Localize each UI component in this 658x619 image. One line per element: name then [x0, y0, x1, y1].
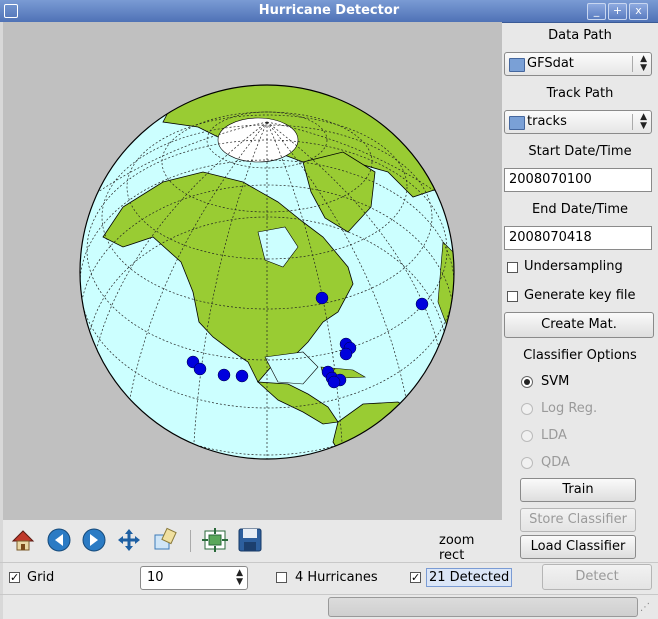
plot-toolbar: zoom rect [3, 520, 502, 563]
combo-divider [632, 114, 633, 130]
detection-marker [415, 297, 429, 311]
divider [0, 594, 658, 595]
track-path-combo[interactable]: tracks ▲ ▼ [504, 110, 652, 134]
svm-radio[interactable] [521, 376, 533, 388]
detection-marker [315, 291, 329, 305]
configure-subplots-icon[interactable] [201, 526, 229, 554]
grid-spacing-spinbox[interactable]: 10 ▲ ▼ [140, 566, 248, 590]
back-icon[interactable] [45, 526, 73, 554]
hurricanes-checkbox[interactable] [276, 572, 287, 583]
track-path-label: Track Path [546, 86, 614, 101]
bottom-bar: ✓ Grid 10 ▲ ▼ 4 Hurricanes ✓ 21 Detected … [0, 562, 658, 619]
minimize-button[interactable]: _ [587, 3, 606, 20]
grid-checkbox[interactable]: ✓ [9, 572, 20, 583]
data-path-label: Data Path [548, 28, 612, 43]
logreg-label: Log Reg. [541, 401, 598, 416]
zoom-icon[interactable] [152, 526, 180, 554]
detection-marker [193, 362, 207, 376]
train-button[interactable]: Train [520, 478, 636, 502]
toolbar-mode-text: zoom rect [439, 533, 475, 563]
qda-radio[interactable] [521, 457, 533, 469]
save-icon[interactable] [236, 526, 264, 554]
home-icon[interactable] [9, 526, 37, 554]
end-datetime-input[interactable]: 2008070418 [504, 226, 652, 250]
generate-keyfile-label: Generate key file [524, 288, 636, 303]
updown-arrows-icon[interactable]: ▲ ▼ [236, 569, 243, 587]
create-mat-button[interactable]: Create Mat. [504, 312, 654, 338]
detection-marker [339, 347, 353, 361]
detected-checkbox[interactable]: ✓ [410, 572, 421, 583]
qda-label: QDA [541, 455, 570, 470]
load-classifier-button[interactable]: Load Classifier [520, 535, 636, 559]
classifier-options-label: Classifier Options [523, 348, 637, 363]
undersampling-label: Undersampling [524, 259, 623, 274]
folder-icon [509, 58, 525, 72]
detect-button[interactable]: Detect [542, 564, 652, 590]
data-path-value: GFSdat [527, 56, 574, 71]
map-canvas[interactable] [3, 22, 502, 520]
generate-keyfile-checkbox[interactable] [507, 291, 518, 302]
toolbar-separator [190, 530, 191, 552]
polar-ice [217, 117, 299, 163]
lda-label: LDA [541, 428, 567, 443]
window-title: Hurricane Detector [258, 3, 400, 18]
grid-spacing-value: 10 [147, 570, 164, 585]
updown-arrows-icon: ▲ ▼ [640, 54, 647, 73]
combo-divider [632, 56, 633, 72]
status-progress-bar [328, 597, 638, 617]
sidebar: Data Path GFSdat ▲ ▼ Track Path tracks ▲ ▼… [502, 22, 658, 562]
detection-marker [217, 368, 231, 382]
detection-marker [235, 369, 249, 383]
hurricanes-label: 4 Hurricanes [295, 570, 378, 585]
resize-grip-icon[interactable]: ⋰ [640, 602, 652, 614]
updown-arrows-icon: ▲ ▼ [640, 112, 647, 131]
globe-map [79, 84, 455, 460]
maximize-button[interactable]: + [608, 3, 627, 20]
start-datetime-label: Start Date/Time [528, 144, 632, 159]
grid-label: Grid [27, 570, 55, 585]
south-america [332, 401, 444, 459]
pan-icon[interactable] [115, 526, 143, 554]
close-button[interactable]: x [629, 3, 648, 20]
end-datetime-label: End Date/Time [531, 202, 629, 217]
start-datetime-input[interactable]: 2008070100 [504, 168, 652, 192]
store-classifier-button[interactable]: Store Classifier [520, 508, 636, 532]
data-path-combo[interactable]: GFSdat ▲ ▼ [504, 52, 652, 76]
divider [0, 562, 658, 563]
forward-icon[interactable] [80, 526, 108, 554]
track-path-value: tracks [527, 114, 567, 129]
logreg-radio[interactable] [521, 403, 533, 415]
folder-icon [509, 116, 525, 130]
detected-label: 21 Detected [426, 568, 513, 587]
svm-label: SVM [541, 374, 570, 389]
lda-radio[interactable] [521, 430, 533, 442]
detection-marker [327, 375, 341, 389]
undersampling-checkbox[interactable] [507, 262, 518, 273]
